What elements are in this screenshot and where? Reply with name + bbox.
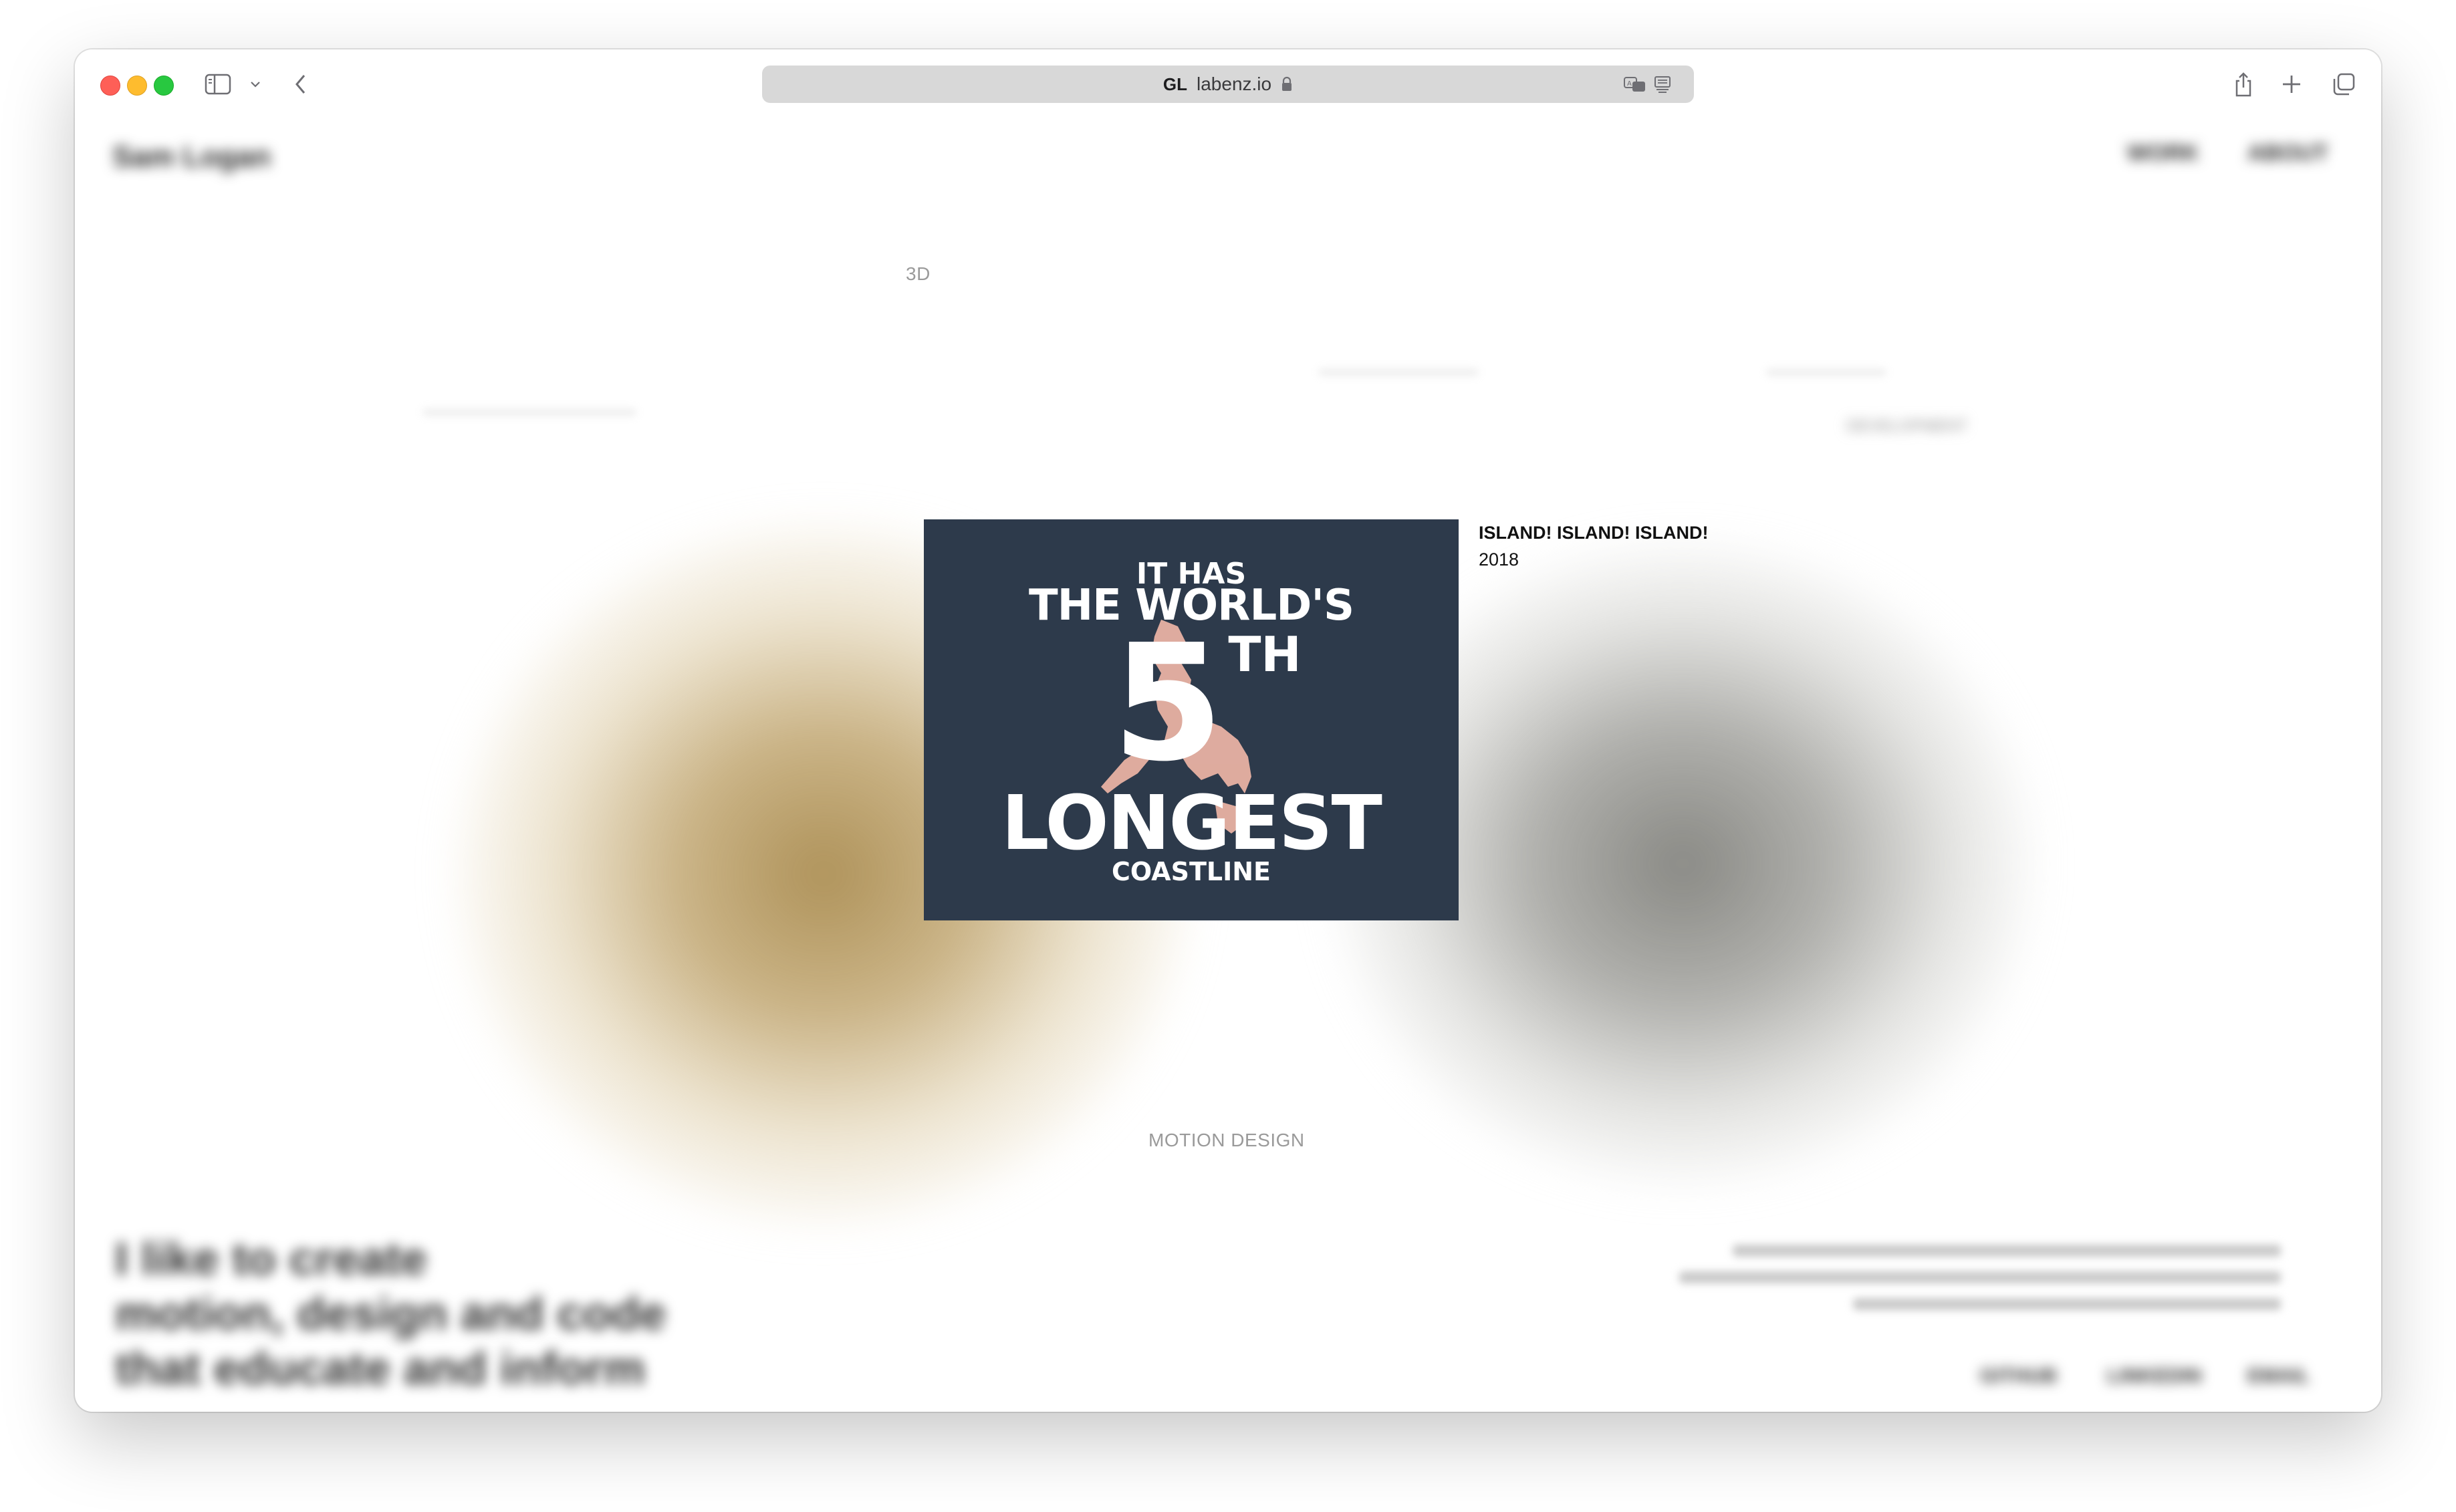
share-button[interactable] (2231, 70, 2255, 99)
paragraph-line (1733, 1245, 2281, 1257)
close-window-button[interactable] (100, 76, 120, 96)
paragraph-line (1679, 1271, 2281, 1283)
fullscreen-window-button[interactable] (154, 76, 174, 96)
reader-icon[interactable] (1651, 74, 1674, 95)
svg-text:A: A (1627, 80, 1632, 88)
project-year: 2018 (1479, 549, 1519, 570)
tagline-line: I like to create (115, 1233, 427, 1285)
faint-text-line (1766, 369, 1886, 376)
project-thumbnail[interactable]: IT HAS THE WORLD'S 5 TH LONGEST COASTLIN… (924, 519, 1459, 920)
footer-link-linkedin[interactable]: LINKEDIN (2107, 1365, 2202, 1388)
faint-text-line (422, 409, 636, 416)
category-tag-motion-design[interactable]: MOTION DESIGN (1148, 1130, 1305, 1151)
address-bar[interactable]: GL labenz.io A (762, 66, 1694, 103)
poster-text: LONGEST (1001, 780, 1382, 867)
sidebar-icon (205, 74, 231, 95)
project-title[interactable]: ISLAND! ISLAND! ISLAND! (1479, 523, 1708, 543)
tagline-line: that educate and inform (115, 1342, 646, 1394)
tagline-line: motion, design and code (115, 1287, 666, 1340)
translate-icon[interactable]: A (1622, 74, 1648, 95)
footer-link-github[interactable]: GITHUB (1980, 1365, 2057, 1388)
tab-overview-button[interactable] (2330, 71, 2357, 98)
url-text: labenz.io (1197, 74, 1272, 94)
back-button[interactable] (289, 71, 313, 98)
paragraph-line (1853, 1298, 2281, 1310)
category-tag-3d[interactable]: 3D (906, 263, 931, 285)
page-content: Sam Logan WORK ABOUT DEVELOPMENT 3D MOTI… (75, 122, 2381, 1412)
site-logo[interactable]: Sam Logan (112, 140, 271, 174)
poster-text: TH (1228, 626, 1302, 682)
share-icon (2235, 72, 2251, 97)
site-favicon: GL (1162, 74, 1187, 94)
chevron-left-icon (295, 75, 305, 94)
minimize-window-button[interactable] (127, 76, 147, 96)
chevron-down-icon[interactable] (247, 76, 263, 92)
footer-link-email[interactable]: EMAIL (2247, 1365, 2310, 1388)
tabs-icon (2333, 73, 2355, 96)
category-tag-development[interactable]: DEVELOPMENT (1846, 417, 1967, 436)
plus-icon (2283, 76, 2300, 93)
poster-text: COASTLINE (1112, 857, 1271, 886)
new-tab-button[interactable] (2280, 71, 2304, 98)
nav-link-work[interactable]: WORK (2127, 140, 2199, 166)
nav-link-about[interactable]: ABOUT (2247, 140, 2328, 166)
lock-icon (1282, 76, 1292, 91)
faint-text-line (1318, 369, 1479, 376)
sidebar-toggle-button[interactable] (203, 72, 233, 96)
